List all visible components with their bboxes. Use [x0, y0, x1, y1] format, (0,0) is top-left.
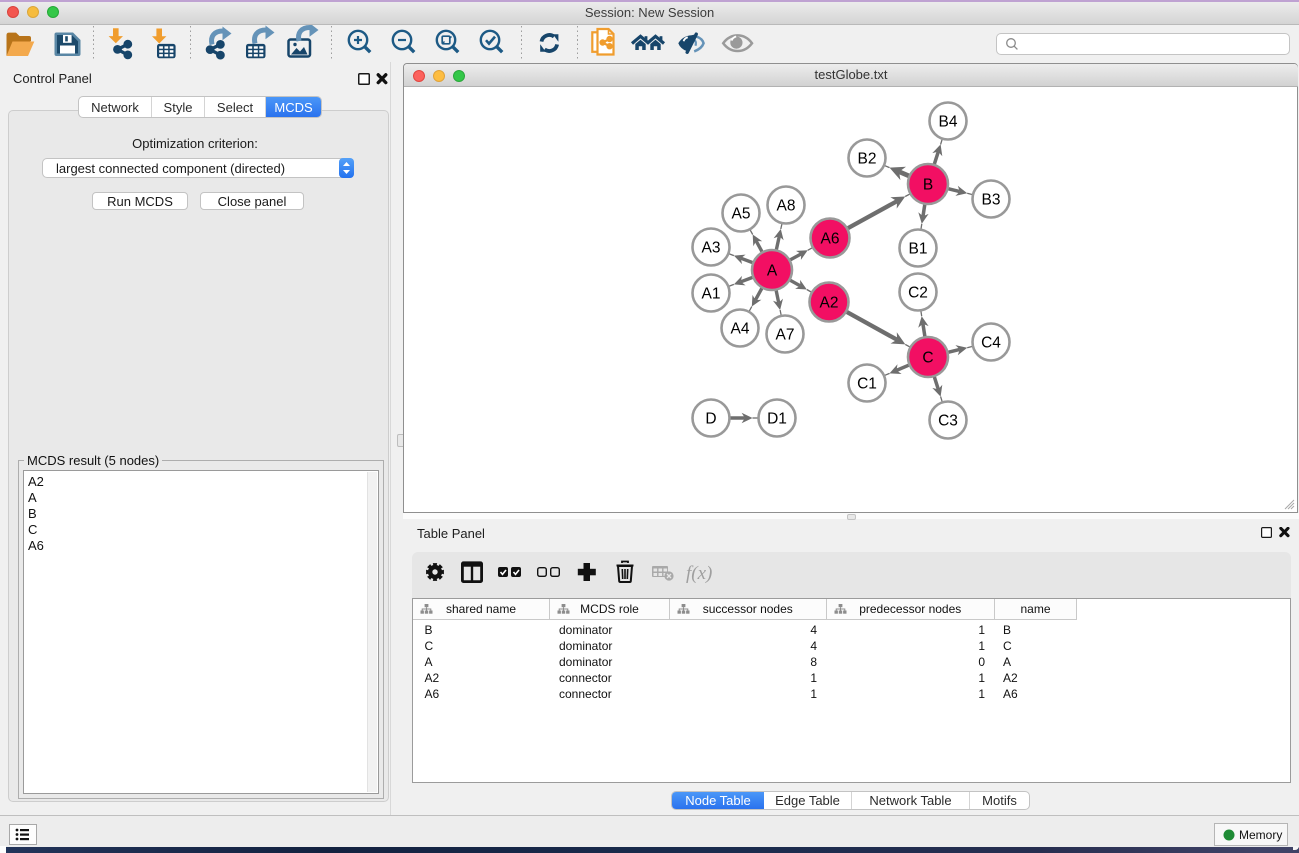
svg-text:D: D: [705, 411, 716, 428]
svg-text:B2: B2: [858, 151, 877, 168]
svg-text:D1: D1: [767, 411, 787, 428]
svg-text:A8: A8: [777, 198, 796, 215]
svg-text:A3: A3: [702, 240, 721, 257]
svg-text:C2: C2: [908, 285, 928, 302]
svg-text:C1: C1: [857, 376, 877, 393]
svg-text:B: B: [923, 177, 933, 194]
svg-text:C: C: [922, 350, 933, 367]
svg-text:A: A: [767, 263, 778, 280]
svg-text:A7: A7: [776, 327, 795, 344]
svg-text:A5: A5: [732, 206, 751, 223]
svg-text:B1: B1: [909, 241, 928, 258]
svg-text:B4: B4: [939, 114, 958, 131]
svg-text:B3: B3: [982, 192, 1001, 209]
svg-text:A6: A6: [821, 231, 840, 248]
svg-text:C3: C3: [938, 413, 958, 430]
svg-text:C4: C4: [981, 335, 1001, 352]
svg-text:A1: A1: [702, 286, 721, 303]
svg-text:f(x): f(x): [686, 563, 712, 584]
svg-text:A2: A2: [820, 295, 839, 312]
svg-text:A4: A4: [731, 321, 750, 338]
